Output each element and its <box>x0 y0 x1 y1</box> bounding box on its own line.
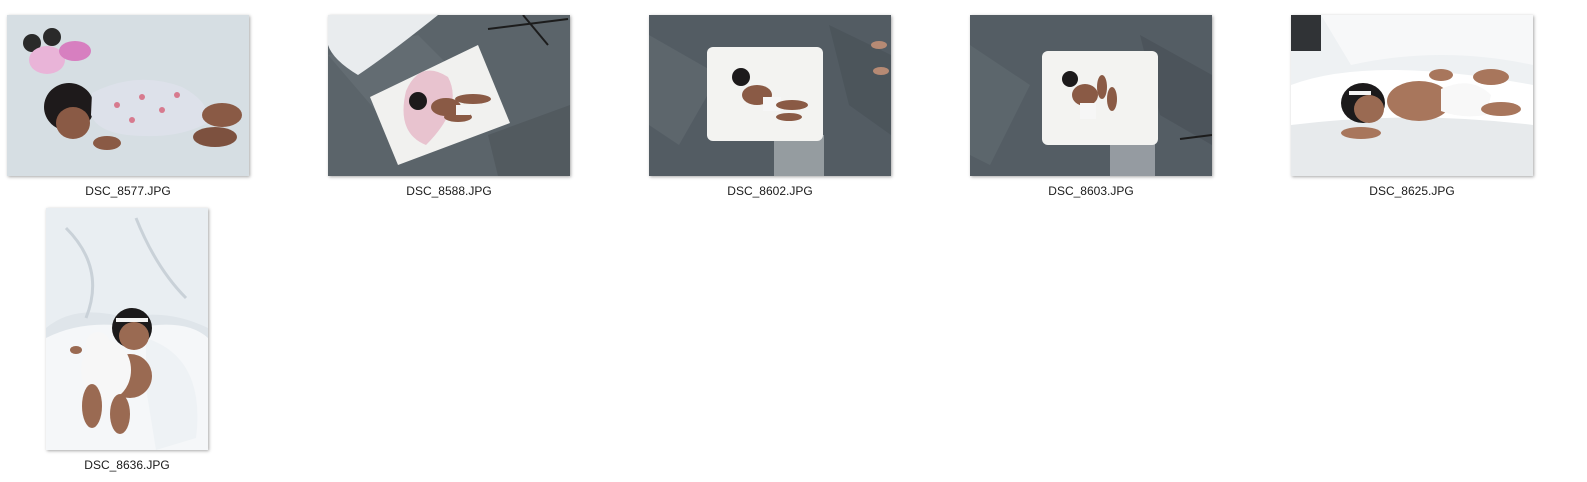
image-thumbnail[interactable] <box>7 15 249 176</box>
file-name-label[interactable]: DSC_8636.JPG <box>7 458 247 472</box>
file-name-label[interactable]: DSC_8603.JPG <box>970 184 1212 198</box>
file-item[interactable]: DSC_8636.JPG <box>0 200 260 480</box>
file-grid: DSC_8577.JPG DSC_8588.JPG DSC_8602.JPG D… <box>0 0 1587 482</box>
image-thumbnail[interactable] <box>970 15 1212 176</box>
file-item[interactable]: DSC_8588.JPG <box>320 0 580 205</box>
image-thumbnail[interactable] <box>328 15 570 176</box>
image-thumbnail[interactable] <box>46 208 208 450</box>
file-item[interactable]: DSC_8602.JPG <box>641 0 901 205</box>
file-name-label[interactable]: DSC_8577.JPG <box>7 184 249 198</box>
image-thumbnail[interactable] <box>1291 15 1533 176</box>
file-name-label[interactable]: DSC_8602.JPG <box>649 184 891 198</box>
image-thumbnail[interactable] <box>649 15 891 176</box>
file-name-label[interactable]: DSC_8625.JPG <box>1291 184 1533 198</box>
file-item[interactable]: DSC_8603.JPG <box>962 0 1222 205</box>
file-name-label[interactable]: DSC_8588.JPG <box>328 184 570 198</box>
file-item[interactable]: DSC_8577.JPG <box>0 0 260 205</box>
file-item[interactable]: DSC_8625.JPG <box>1283 0 1543 205</box>
